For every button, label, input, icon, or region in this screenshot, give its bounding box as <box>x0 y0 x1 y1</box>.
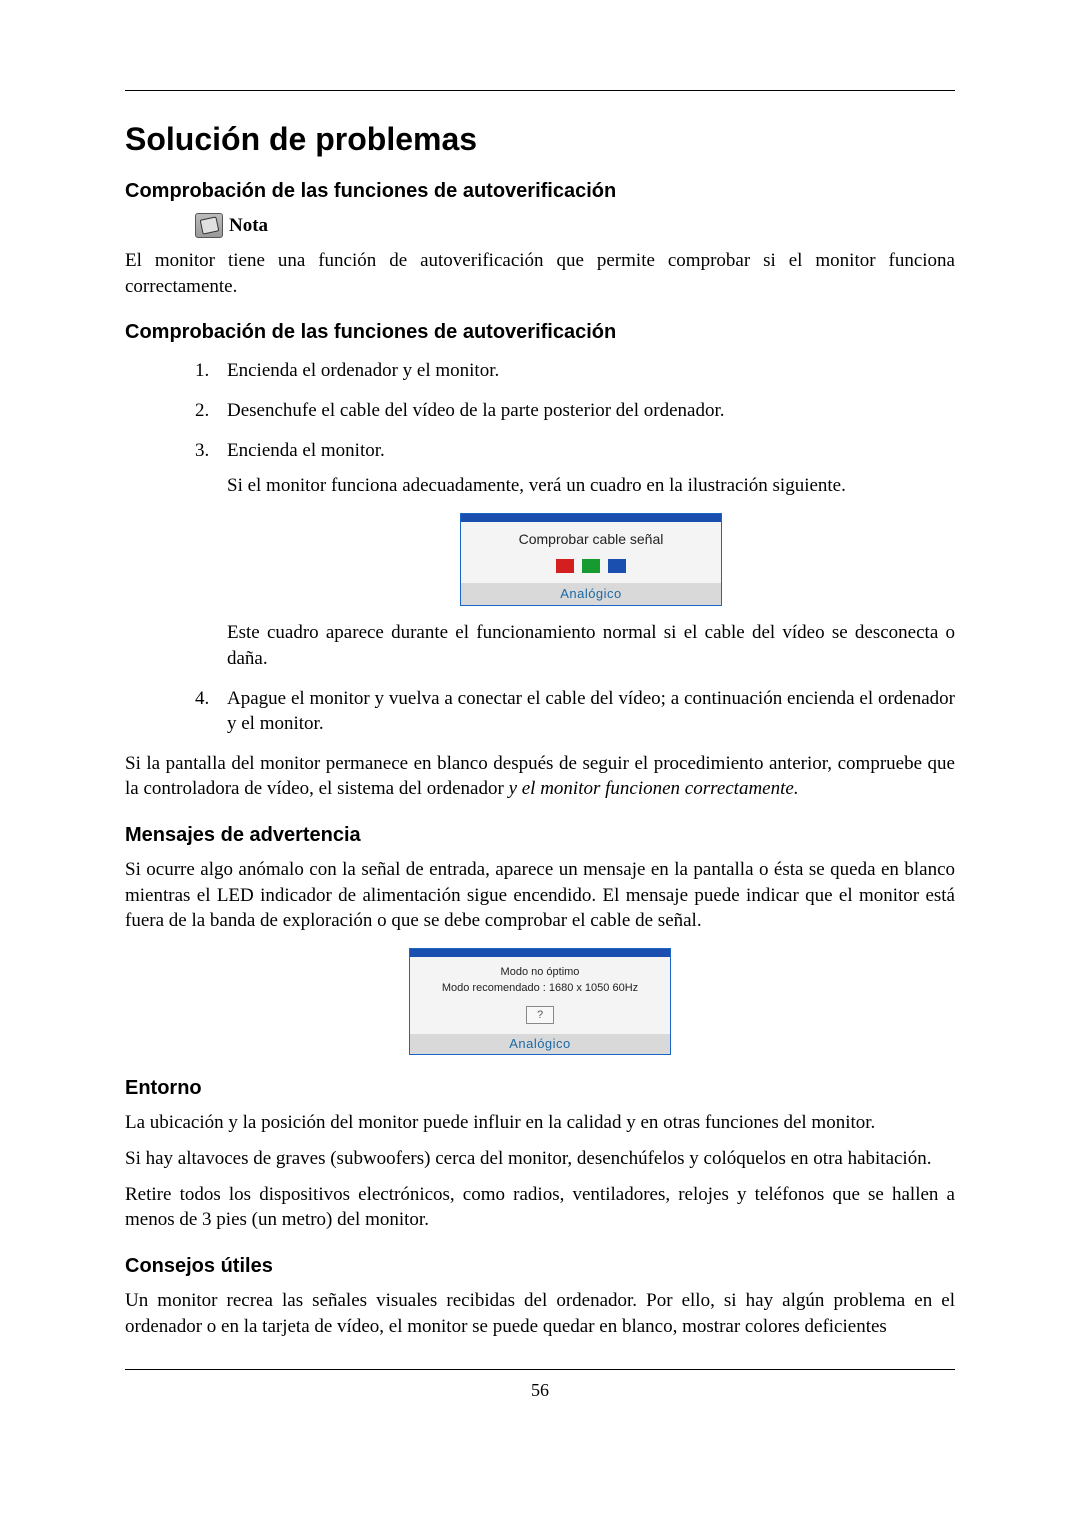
section-heading-selftest-2: Comprobación de las funciones de autover… <box>125 321 955 344</box>
osd-header-bar <box>410 949 670 957</box>
osd-color-swatches <box>461 555 721 583</box>
note-body: El monitor tiene una función de autoveri… <box>125 248 955 299</box>
step-after-text: Este cuadro aparece durante el funcionam… <box>227 620 955 671</box>
osd-footer: Analógico <box>410 1034 670 1054</box>
osd-line2: Modo recomendado : 1680 x 1050 60Hz <box>410 982 670 1000</box>
environment-p1: La ubicación y la posición del monitor p… <box>125 1110 955 1136</box>
osd-message: Comprobar cable señal <box>461 522 721 555</box>
osd-dialog-not-optimal: Modo no óptimo Modo recomendado : 1680 x… <box>409 948 671 1055</box>
conclusion-italic: y el monitor funcionen correctamente. <box>509 778 799 799</box>
step-text: Encienda el monitor. <box>227 440 385 461</box>
note-block: Nota <box>195 213 955 238</box>
steps-conclusion: Si la pantalla del monitor permanece en … <box>125 751 955 802</box>
swatch-blue <box>608 559 626 573</box>
step-item: Encienda el monitor. Si el monitor funci… <box>195 438 955 672</box>
tips-p1: Un monitor recrea las señales visuales r… <box>125 1288 955 1339</box>
section-heading-selftest-1: Comprobación de las funciones de autover… <box>125 180 955 203</box>
step-text: Apague el monitor y vuelva a conectar el… <box>227 686 955 737</box>
note-icon <box>195 213 223 238</box>
section-heading-environment: Entorno <box>125 1077 955 1100</box>
page-title: Solución de problemas <box>125 121 955 158</box>
step-text: Desenchufe el cable del vídeo de la part… <box>227 398 955 424</box>
osd-header-bar <box>461 514 721 522</box>
step-item: Encienda el ordenador y el monitor. <box>195 358 955 384</box>
swatch-green <box>582 559 600 573</box>
section-heading-warnings: Mensajes de advertencia <box>125 824 955 847</box>
osd-footer: Analógico <box>461 583 721 606</box>
environment-p3: Retire todos los dispositivos electrónic… <box>125 1182 955 1233</box>
step-item: Desenchufe el cable del vídeo de la part… <box>195 398 955 424</box>
osd-question-box: ? <box>526 1006 554 1024</box>
osd-line1: Modo no óptimo <box>410 957 670 982</box>
top-rule <box>125 90 955 91</box>
section-heading-tips: Consejos útiles <box>125 1255 955 1278</box>
environment-p2: Si hay altavoces de graves (subwoofers) … <box>125 1146 955 1172</box>
step-sub-text: Si el monitor funciona adecuadamente, ve… <box>227 473 955 499</box>
osd-dialog-check-cable: Comprobar cable señal Analógico <box>460 513 722 606</box>
steps-list: Encienda el ordenador y el monitor. Dese… <box>195 358 955 737</box>
step-item: Apague el monitor y vuelva a conectar el… <box>195 686 955 737</box>
step-text: Encienda el ordenador y el monitor. <box>227 358 955 384</box>
warnings-body: Si ocurre algo anómalo con la señal de e… <box>125 857 955 934</box>
bottom-rule <box>125 1369 955 1370</box>
note-label: Nota <box>229 215 268 237</box>
document-page: Solución de problemas Comprobación de la… <box>0 0 1080 1461</box>
swatch-red <box>556 559 574 573</box>
page-number: 56 <box>125 1380 955 1401</box>
osd-question-row: ? <box>410 1000 670 1034</box>
